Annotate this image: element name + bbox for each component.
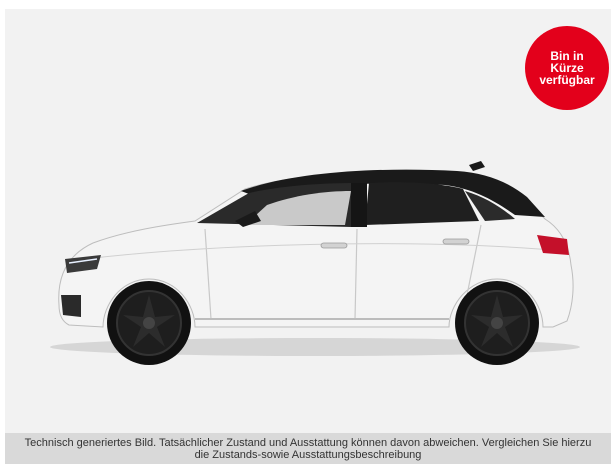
door-handle-rear <box>442 238 470 245</box>
availability-badge: Bin in Kürze verfügbar <box>525 26 609 110</box>
badge-line-3: verfügbar <box>539 73 595 87</box>
roof-spoiler <box>469 161 485 171</box>
front-intake <box>61 295 81 317</box>
b-pillar <box>351 183 367 227</box>
disclaimer-line-1: Technisch generiertes Bild. Tatsächliche… <box>24 437 592 449</box>
disclaimer-line-2: die Zustands-sowie Ausstattungsbeschreib… <box>194 449 422 461</box>
front-wheel <box>107 281 191 365</box>
image-disclaimer: Technisch generiertes Bild. Tatsächliche… <box>5 433 611 464</box>
car-side-icon <box>50 161 580 365</box>
vehicle-image-frame: Bin in Kürze verfügbar Technisch generie… <box>5 9 611 464</box>
door-handle-front <box>320 242 348 249</box>
rear-wheel <box>455 281 539 365</box>
